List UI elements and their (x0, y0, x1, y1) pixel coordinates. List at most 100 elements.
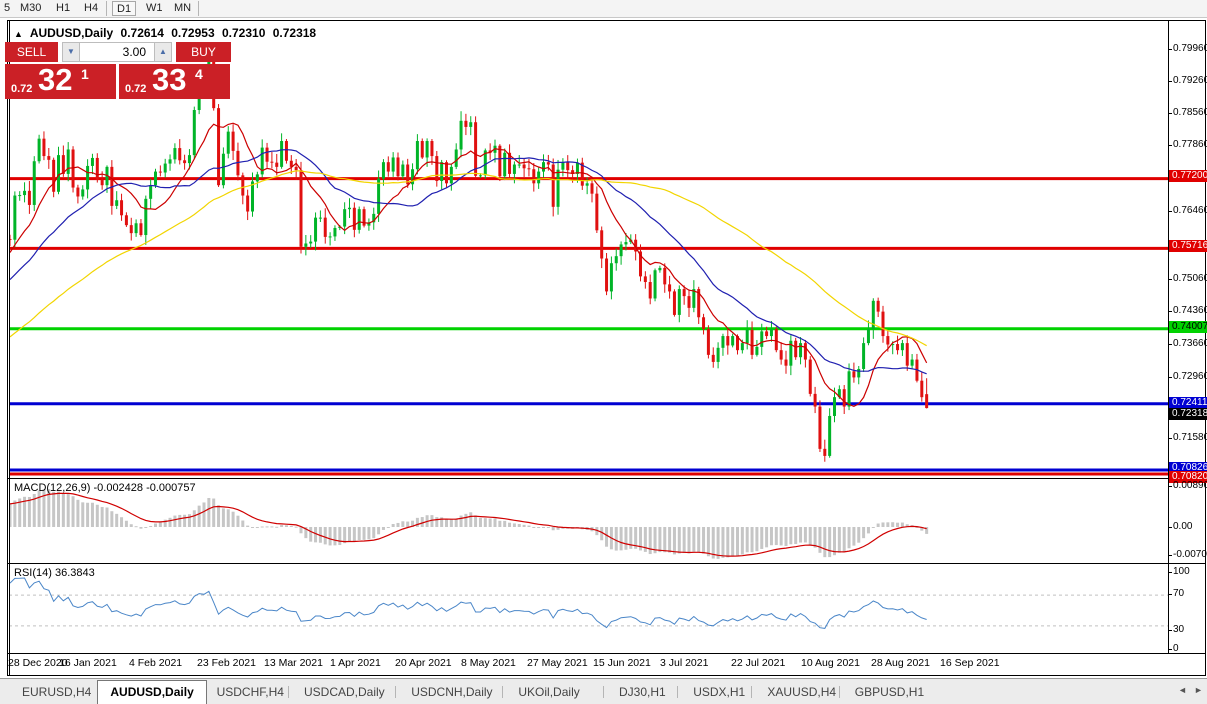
tab-scroll-left-icon[interactable]: ◄ (1178, 685, 1187, 695)
candle-body (610, 263, 613, 291)
macd-histogram-bar (217, 505, 220, 527)
candle-body (799, 343, 802, 357)
timeframe-button-m30[interactable]: M30 (16, 1, 45, 16)
candle-body (586, 183, 589, 185)
timeframe-button-mn[interactable]: MN (170, 1, 195, 16)
candle-body (421, 141, 424, 157)
candle-body (392, 157, 395, 171)
macd-histogram-bar (828, 527, 831, 557)
macd-histogram-bar (266, 526, 269, 527)
tab-usdx-h1[interactable]: USDX,H1 (681, 681, 757, 703)
macd-histogram-bar (901, 523, 904, 527)
candle-body (644, 276, 647, 282)
candle-body (227, 132, 230, 154)
macd-histogram-bar (760, 527, 763, 549)
rsi-pane-canvas[interactable] (9, 564, 1168, 653)
candle-body (561, 162, 564, 170)
symbol-collapse-icon[interactable]: ▲ (14, 29, 23, 39)
tab-xauusd-h4[interactable]: XAUUSD,H4 (755, 681, 848, 703)
macd-histogram-bar (537, 527, 540, 528)
horizontal-level-lines (9, 179, 1168, 474)
price-axis-label: 0.79960 (1173, 43, 1207, 55)
macd-histogram-bar (552, 527, 555, 530)
macd-histogram-bar (896, 523, 899, 527)
macd-histogram-bar (261, 527, 264, 528)
macd-histogram-bar (891, 522, 894, 527)
macd-histogram-bar (857, 527, 860, 543)
pane-separator[interactable] (8, 563, 1206, 564)
timeframe-button-d1[interactable]: D1 (112, 1, 136, 16)
candle-body (595, 194, 598, 231)
candle-body (455, 149, 458, 166)
macd-histogram-bar (707, 527, 710, 556)
tab-dj30-h1[interactable]: DJ30,H1 (607, 681, 678, 703)
macd-histogram-bar (688, 527, 691, 553)
axis-tick-mark (1168, 594, 1172, 595)
ohlc-high: 0.72953 (171, 26, 214, 40)
candle-body (770, 329, 773, 336)
tab-eurusd-h4[interactable]: EURUSD,H4 (10, 681, 103, 703)
volume-input[interactable] (80, 42, 154, 62)
pane-separator[interactable] (8, 653, 1206, 654)
timeframe-button-5[interactable]: 5 (0, 1, 14, 16)
macd-histogram-bar (702, 527, 705, 554)
tab-usdchf-h4[interactable]: USDCHF,H4 (205, 681, 296, 703)
axis-tick-mark (1168, 438, 1172, 439)
tab-gbpusd-h1[interactable]: GBPUSD,H1 (843, 681, 936, 703)
macd-histogram-bar (818, 527, 821, 553)
timeframe-button-w1[interactable]: W1 (142, 1, 167, 16)
macd-histogram-bar (838, 527, 841, 553)
date-label: 1 Apr 2021 (330, 657, 381, 669)
macd-histogram-bar (135, 526, 138, 527)
candle-body (173, 148, 176, 159)
tab-separator (751, 686, 752, 698)
pane-separator[interactable] (8, 478, 1206, 479)
date-label: 4 Feb 2021 (129, 657, 182, 669)
tab-usdcad-daily[interactable]: USDCAD,Daily (292, 681, 397, 703)
macd-histogram-bar (789, 527, 792, 544)
candle-body (178, 148, 181, 160)
macd-histogram-bar (91, 503, 94, 527)
tab-ukoil-daily[interactable]: UKOil,Daily (506, 681, 591, 703)
macd-histogram-bar (203, 502, 206, 527)
macd-histogram-bar (256, 527, 259, 528)
sell-button[interactable]: SELL (5, 42, 58, 62)
buy-button[interactable]: BUY (176, 42, 231, 62)
volume-increase-button[interactable]: ▲ (154, 42, 172, 62)
macd-histogram-bar (309, 527, 312, 542)
candle-body (18, 195, 21, 196)
sell-price-display[interactable]: 0.72 32 1 (5, 64, 116, 99)
macd-histogram-bar (96, 505, 99, 527)
macd-histogram-bar (736, 527, 739, 556)
tab-audusd-daily[interactable]: AUDUSD,Daily (97, 680, 206, 704)
macd-histogram-bar (823, 527, 826, 557)
candle-body (547, 162, 550, 164)
macd-histogram-bar (421, 517, 424, 527)
volume-decrease-button[interactable]: ▼ (62, 42, 80, 62)
macd-histogram-bar (76, 500, 79, 527)
candle-body (707, 329, 710, 355)
buy-price-display[interactable]: 0.72 33 4 (119, 64, 230, 99)
macd-histogram-bar (872, 527, 875, 528)
macd-histogram-bar (86, 503, 89, 527)
candle-body (755, 347, 758, 355)
pane-left-border (9, 21, 10, 675)
ma-fast-line (10, 123, 927, 406)
axis-tick-mark (1168, 377, 1172, 378)
tab-scroll-right-icon[interactable]: ► (1194, 685, 1203, 695)
macd-histogram-bar (193, 510, 196, 527)
candle-body (28, 191, 31, 205)
candle-body (600, 230, 603, 258)
candle-body (557, 170, 560, 207)
price-axis-label: 0.78560 (1173, 107, 1207, 119)
timeframe-toolbar: 5M30 H1 H4 D1 W1MN (0, 0, 1207, 18)
macd-name: MACD(12,26,9) (14, 482, 90, 494)
macd-histogram-bar (236, 516, 239, 527)
candle-body (304, 243, 307, 246)
macd-histogram-bar (324, 527, 327, 544)
tab-usdcnh-daily[interactable]: USDCNH,Daily (399, 681, 504, 703)
timeframe-button-h4[interactable]: H4 (80, 1, 102, 16)
timeframe-button-h1[interactable]: H1 (52, 1, 74, 16)
macd-histogram-bar (212, 499, 215, 527)
candle-body (42, 139, 45, 156)
